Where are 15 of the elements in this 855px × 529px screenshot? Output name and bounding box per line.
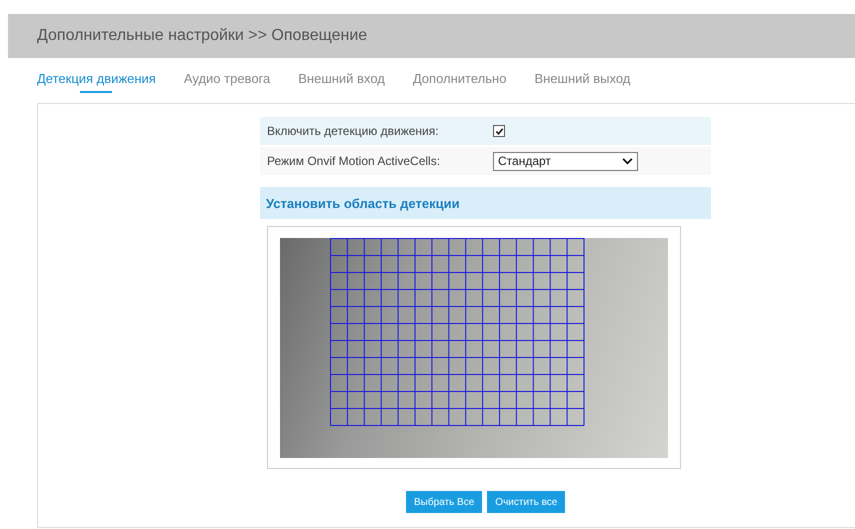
setting-label: Включить детекцию движения:	[266, 124, 440, 138]
mode-dropdown[interactable]: Стандарт	[493, 152, 638, 170]
tab[interactable]: Детекция движения	[37, 71, 156, 91]
section-title: Установить область детекции	[266, 196, 460, 210]
tab[interactable]: Дополнительно	[412, 71, 506, 91]
action-button[interactable]: Очистить все	[487, 491, 566, 513]
detection-grid-drawing[interactable]	[330, 238, 584, 426]
page-title: Дополнительные настройки >> Оповещение	[37, 27, 368, 45]
tab[interactable]: Внешний вход	[298, 71, 385, 91]
setting-label: Режим Onvif Motion ActiveCells:	[266, 154, 442, 168]
tab[interactable]: Внешний выход	[534, 71, 630, 91]
action-button[interactable]: Выбрать Все	[406, 491, 482, 513]
checkbox[interactable]	[493, 125, 505, 137]
tab[interactable]: Аудио тревога	[184, 71, 270, 91]
chevron-down-icon	[622, 158, 633, 164]
